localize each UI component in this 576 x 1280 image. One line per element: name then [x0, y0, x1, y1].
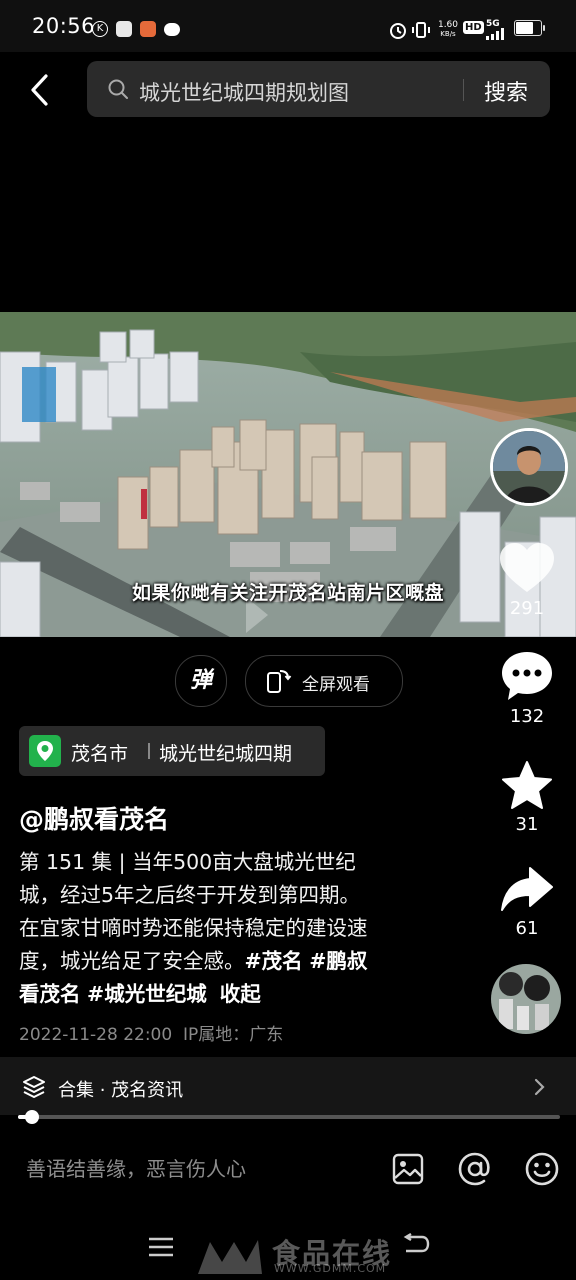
- status-bar: 20:56 K 1.60 KB/s HD 5G: [0, 0, 576, 52]
- like-button[interactable]: [498, 542, 556, 598]
- post-datetime: 2022-11-28 22:00: [19, 1025, 173, 1045]
- image-icon[interactable]: [391, 1152, 425, 1186]
- description-line: 城，经过5年之后终于开发到第四期。: [19, 883, 361, 907]
- favorite-count: 31: [515, 814, 539, 835]
- network-speed: 1.60 KB/s: [437, 20, 459, 39]
- k-app-icon: K: [92, 21, 108, 37]
- app-notification-icon: [116, 21, 132, 37]
- watermark-url: WWW.GDMM.COM: [274, 1262, 387, 1275]
- watermark-logo-icon: [198, 1240, 262, 1274]
- share-arrow-icon: [501, 867, 553, 911]
- fullscreen-button[interactable]: 全屏观看: [245, 655, 403, 707]
- star-icon: [502, 761, 552, 809]
- back-button[interactable]: [20, 68, 64, 112]
- danmaku-toggle-button[interactable]: 弹: [175, 655, 227, 707]
- mention-icon[interactable]: [457, 1151, 493, 1187]
- hashtag-maoming[interactable]: #茂名: [245, 949, 303, 973]
- fullscreen-label: 全屏观看: [302, 675, 370, 695]
- status-time: 20:56: [32, 14, 96, 38]
- music-disc-avatar[interactable]: [491, 964, 561, 1034]
- description-line: 看茂名 #城光世纪城 收起: [19, 978, 439, 1011]
- video-description: 第 151 集 | 当年500亩大盘城光世纪 城，经过5年之后终于开发到第四期。…: [19, 846, 439, 1011]
- ip-location: IP属地：广东: [183, 1025, 284, 1045]
- chat-notification-icon: [164, 23, 180, 36]
- location-chip[interactable]: 茂名市 城光世纪城四期: [19, 726, 325, 776]
- description-line: 度，城光给足了安全感。#茂名 #鹏叔: [19, 945, 439, 978]
- like-count: 291: [509, 598, 545, 619]
- rotate-phone-icon: [267, 670, 292, 693]
- hd-badge: HD: [463, 21, 484, 34]
- location-place: 城光世纪城四期: [159, 743, 293, 765]
- app-notification-icon-2: [140, 21, 156, 37]
- location-city: 茂名市: [71, 743, 129, 765]
- description-text: 度，城光给足了安全感。: [19, 949, 245, 973]
- comment-count: 132: [509, 706, 545, 727]
- collapse-button[interactable]: 收起: [220, 982, 261, 1006]
- search-box[interactable]: 城光世纪城四期规划图 搜索: [87, 61, 550, 117]
- search-input[interactable]: 城光世纪城四期规划图: [139, 77, 349, 107]
- video-progress-handle[interactable]: [24, 1110, 39, 1124]
- layers-icon: [23, 1076, 45, 1098]
- comment-input[interactable]: 善语结善缘，恶言伤人心: [26, 1153, 246, 1182]
- author-name[interactable]: @鹏叔看茂名: [19, 800, 169, 836]
- emoji-icon[interactable]: [524, 1151, 560, 1187]
- signal-icon: [486, 28, 504, 40]
- chevron-left-icon: [31, 74, 48, 106]
- chevron-right-icon: [534, 1078, 545, 1096]
- share-count: 61: [515, 918, 539, 939]
- search-icon: [108, 79, 128, 99]
- description-line: 在宜家甘嘀时势还能保持稳定的建设速: [19, 916, 368, 940]
- search-button[interactable]: 搜索: [484, 75, 528, 107]
- share-button[interactable]: [500, 866, 554, 916]
- favorite-button[interactable]: [500, 760, 554, 816]
- description-line: 第 151 集 | 当年500亩大盘城光世纪: [19, 850, 356, 874]
- location-pin-icon: [29, 735, 61, 767]
- avatar-image: [493, 431, 565, 503]
- hashtag-pengshu-rest[interactable]: 看茂名: [19, 982, 81, 1006]
- hashtag-chengguang[interactable]: #城光世纪城: [87, 982, 207, 1006]
- post-meta: 2022-11-28 22:00 IP属地：广东: [19, 1020, 283, 1045]
- comment-bubble-icon: [502, 652, 552, 700]
- search-divider: [463, 79, 464, 101]
- back-nav-icon[interactable]: [402, 1233, 430, 1259]
- comment-button[interactable]: [500, 650, 554, 706]
- collection-bar[interactable]: 合集 · 茂名资讯: [0, 1057, 576, 1115]
- music-disc-image: [491, 964, 561, 1034]
- video-subtitle: 如果你哋有关注开茂名站南片区嘅盘: [131, 582, 444, 604]
- menu-icon[interactable]: [148, 1236, 174, 1258]
- author-avatar[interactable]: [490, 428, 568, 506]
- battery-icon: [514, 20, 545, 36]
- location-separator: [148, 743, 150, 759]
- video-progress-track[interactable]: [18, 1115, 560, 1119]
- hashtag-pengshu[interactable]: #鹏叔: [309, 949, 367, 973]
- alarm-icon: [390, 23, 406, 39]
- vibrate-icon: [412, 22, 430, 38]
- collection-label: 合集 · 茂名资讯: [58, 1080, 184, 1101]
- heart-icon: [500, 543, 554, 592]
